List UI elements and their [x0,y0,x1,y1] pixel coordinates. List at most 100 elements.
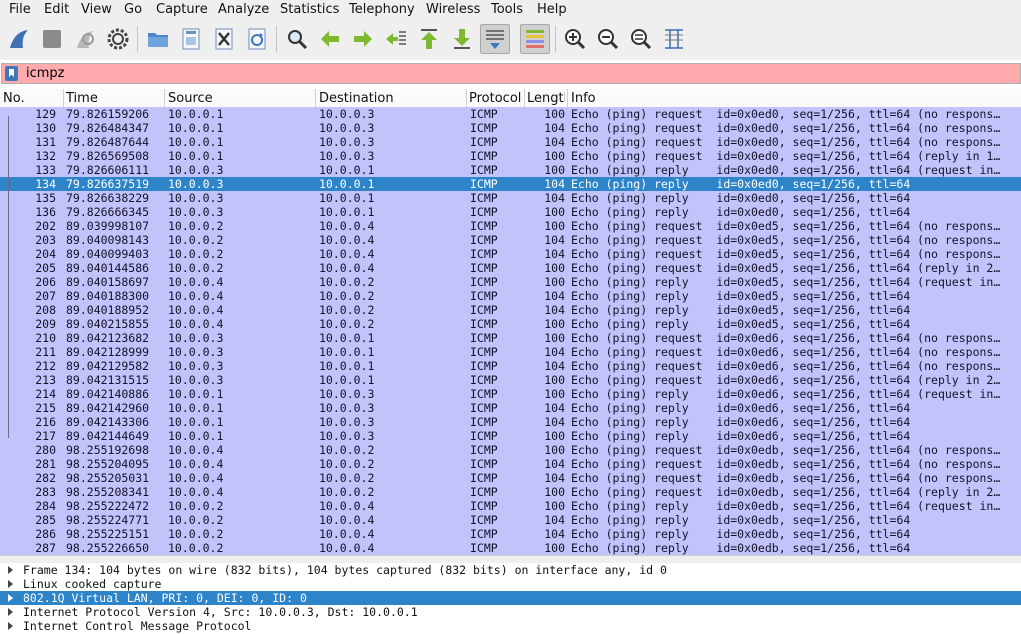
column-separator[interactable] [466,89,467,107]
packet-row[interactable]: 206 89.040158697 10.0.0.4 10.0.0.2 ICMP 100 Ec… [0,275,1021,289]
packet-row[interactable]: 283 98.255208341 10.0.0.4 10.0.0.2 ICMP 100 Ec… [0,485,1021,499]
packet-row[interactable]: 215 89.042142960 10.0.0.1 10.0.0.3 ICMP 104 Ec… [0,401,1021,415]
zoom-in-icon[interactable] [560,24,590,54]
packet-row[interactable]: 285 98.255224771 10.0.0.2 10.0.0.4 ICMP 104 Ec… [0,513,1021,527]
packet-row[interactable]: 208 89.040188952 10.0.0.4 10.0.0.2 ICMP 104 Ec… [0,303,1021,317]
detail-tree-item[interactable]: Internet Protocol Version 4, Src: 10.0.0… [0,605,1021,619]
packet-row[interactable]: 135 79.826638229 10.0.0.3 10.0.0.1 ICMP 104 Ec… [0,191,1021,205]
go-forward-arrow-icon[interactable] [348,24,378,54]
first-packet-icon[interactable] [414,24,444,54]
packet-number: 281 [35,457,56,471]
open-folder-icon[interactable] [143,24,173,54]
packet-row[interactable]: 281 98.255204095 10.0.0.4 10.0.0.2 ICMP 104 Ec… [0,457,1021,471]
menu-statistics[interactable]: Statistics [280,2,339,17]
menu-help[interactable]: Help [537,2,567,17]
autoscroll-icon[interactable] [480,24,510,54]
column-header-length[interactable]: Length [527,91,565,106]
column-header-source[interactable]: Source [168,91,213,106]
main-toolbar [0,20,1021,60]
packet-row[interactable]: 131 79.826487644 10.0.0.1 10.0.0.3 ICMP 104 Ec… [0,135,1021,149]
packet-protocol: ICMP [470,303,498,317]
display-filter-input[interactable]: icmpz [1,63,1021,84]
menu-file[interactable]: File [9,2,31,17]
packet-length: 100 [544,387,565,401]
packet-row[interactable]: 284 98.255222472 10.0.0.2 10.0.0.4 ICMP 100 Ec… [0,499,1021,513]
expand-arrow-icon[interactable] [8,566,13,574]
capture-options-gear-icon[interactable] [103,24,133,54]
column-header-time[interactable]: Time [66,91,98,106]
expand-arrow-icon[interactable] [8,594,13,602]
packet-list[interactable]: 129 79.826159206 10.0.0.1 10.0.0.3 ICMP 100 Ec… [0,107,1021,555]
packet-row[interactable]: 130 79.826484347 10.0.0.1 10.0.0.3 ICMP 104 Ec… [0,121,1021,135]
reload-file-icon[interactable] [242,24,272,54]
menu-view[interactable]: View [81,2,112,17]
packet-info: Echo (ping) request id=0x0ed6, seq=1/256… [571,331,1001,345]
close-file-icon[interactable] [209,24,239,54]
last-packet-icon[interactable] [447,24,477,54]
zoom-reset-icon[interactable] [626,24,656,54]
column-separator[interactable] [315,89,316,107]
colorize-icon[interactable] [520,24,550,54]
menu-wireless[interactable]: Wireless [426,2,480,17]
packet-row[interactable]: 282 98.255205031 10.0.0.4 10.0.0.2 ICMP 104 Ec… [0,471,1021,485]
column-header-no[interactable]: No. [3,91,25,106]
packet-row[interactable]: 203 89.040098143 10.0.0.2 10.0.0.4 ICMP 104 Ec… [0,233,1021,247]
menu-edit[interactable]: Edit [44,2,69,17]
detail-tree-item[interactable]: Internet Control Message Protocol [0,619,1021,633]
packet-row[interactable]: 207 89.040188300 10.0.0.4 10.0.0.2 ICMP 104 Ec… [0,289,1021,303]
menu-analyze[interactable]: Analyze [218,2,269,17]
packet-info: Echo (ping) reply id=0x0edb, seq=1/256, … [571,527,911,541]
filter-bookmark-icon[interactable] [5,66,18,81]
packet-source: 10.0.0.3 [168,205,224,219]
restart-capture-icon[interactable] [70,24,100,54]
expand-arrow-icon[interactable] [8,608,13,616]
packet-info: Echo (ping) reply id=0x0edb, seq=1/256, … [571,513,911,527]
packet-row[interactable]: 133 79.826606111 10.0.0.3 10.0.0.1 ICMP 100 Ec… [0,163,1021,177]
expand-arrow-icon[interactable] [8,622,13,630]
detail-tree-item[interactable]: Linux cooked capture [0,577,1021,591]
zoom-out-icon[interactable] [593,24,623,54]
go-to-packet-icon[interactable] [381,24,411,54]
column-separator[interactable] [164,89,165,107]
column-separator[interactable] [63,89,64,107]
packet-details-tree[interactable]: Frame 134: 104 bytes on wire (832 bits),… [0,563,1021,634]
packet-row[interactable]: 287 98.255226650 10.0.0.2 10.0.0.4 ICMP 100 Ec… [0,541,1021,555]
packet-row[interactable]: 136 79.826666345 10.0.0.3 10.0.0.1 ICMP 100 Ec… [0,205,1021,219]
packet-row[interactable]: 286 98.255225151 10.0.0.2 10.0.0.4 ICMP 104 Ec… [0,527,1021,541]
menu-tools[interactable]: Tools [491,2,523,17]
packet-length: 100 [544,443,565,457]
packet-row[interactable]: 132 79.826569508 10.0.0.1 10.0.0.3 ICMP 100 Ec… [0,149,1021,163]
menu-telephony[interactable]: Telephony [349,2,415,17]
packet-row[interactable]: 280 98.255192698 10.0.0.4 10.0.0.2 ICMP 100 Ec… [0,443,1021,457]
packet-row-selected[interactable]: 134 79.826637519 10.0.0.3 10.0.0.1 ICMP 104 Ec… [0,177,1021,191]
find-packet-icon[interactable] [282,24,312,54]
packet-row[interactable]: 209 89.040215855 10.0.0.4 10.0.0.2 ICMP 100 Ec… [0,317,1021,331]
packet-row[interactable]: 204 89.040099403 10.0.0.2 10.0.0.4 ICMP 104 Ec… [0,247,1021,261]
packet-row[interactable]: 213 89.042131515 10.0.0.3 10.0.0.1 ICMP 100 Ec… [0,373,1021,387]
menu-go[interactable]: Go [124,2,142,17]
packet-row[interactable]: 129 79.826159206 10.0.0.1 10.0.0.3 ICMP 100 Ec… [0,107,1021,121]
shark-fin-start-icon[interactable] [4,24,34,54]
packet-row[interactable]: 212 89.042129582 10.0.0.3 10.0.0.1 ICMP 104 Ec… [0,359,1021,373]
resize-columns-icon[interactable] [659,24,689,54]
packet-row[interactable]: 216 89.042143306 10.0.0.1 10.0.0.3 ICMP 104 Ec… [0,415,1021,429]
packet-row[interactable]: 211 89.042128999 10.0.0.3 10.0.0.1 ICMP 104 Ec… [0,345,1021,359]
column-separator[interactable] [524,89,525,107]
expand-arrow-icon[interactable] [8,580,13,588]
packet-row[interactable]: 210 89.042123682 10.0.0.3 10.0.0.1 ICMP 100 Ec… [0,331,1021,345]
detail-tree-item[interactable]: 802.1Q Virtual LAN, PRI: 0, DEI: 0, ID: … [0,591,1021,605]
packet-row[interactable]: 205 89.040144586 10.0.0.2 10.0.0.4 ICMP 100 Ec… [0,261,1021,275]
detail-tree-item[interactable]: Frame 134: 104 bytes on wire (832 bits),… [0,563,1021,577]
packet-row[interactable]: 214 89.042140886 10.0.0.1 10.0.0.3 ICMP 100 Ec… [0,387,1021,401]
save-file-icon[interactable] [176,24,206,54]
packet-time: 89.040188300 [66,289,150,303]
column-header-destination[interactable]: Destination [319,91,394,106]
stop-square-icon[interactable] [37,24,67,54]
packet-row[interactable]: 217 89.042144649 10.0.0.1 10.0.0.3 ICMP 100 Ec… [0,429,1021,443]
column-separator[interactable] [567,89,568,107]
column-header-protocol[interactable]: Protocol [469,91,521,106]
go-back-arrow-icon[interactable] [315,24,345,54]
packet-row[interactable]: 202 89.039998107 10.0.0.2 10.0.0.4 ICMP 100 Ec… [0,219,1021,233]
menu-capture[interactable]: Capture [156,2,208,17]
column-header-info[interactable]: Info [571,91,596,106]
